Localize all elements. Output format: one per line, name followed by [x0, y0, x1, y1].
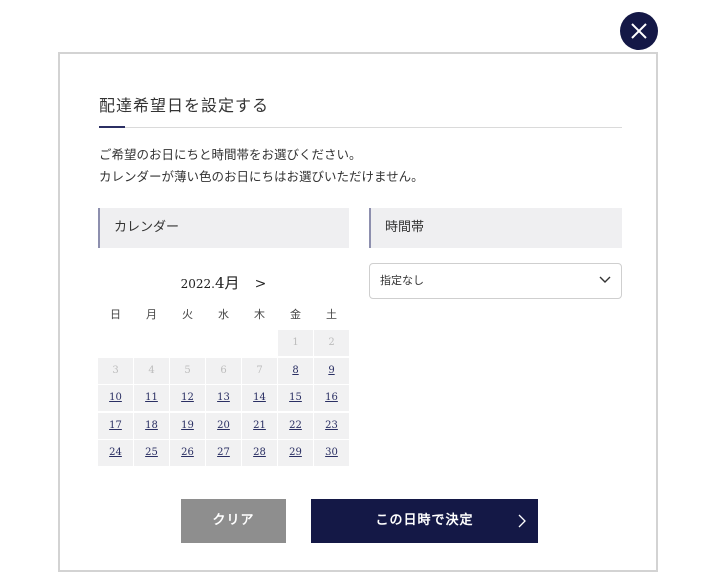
calendar-day-1: 1: [278, 330, 313, 356]
close-icon: [631, 23, 647, 39]
calendar-day-19[interactable]: 19: [170, 412, 205, 439]
calendar-day-5: 5: [170, 357, 205, 384]
close-button[interactable]: [620, 12, 658, 50]
calendar-year: 2022.: [180, 277, 215, 291]
chevron-down-icon: [599, 276, 611, 283]
weekday-label: 火: [182, 308, 193, 321]
calendar-day-23[interactable]: 23: [314, 412, 349, 439]
confirm-button-label: この日時で決定: [375, 513, 474, 528]
weekday-label: 日: [110, 308, 121, 321]
calendar-day-24[interactable]: 24: [98, 440, 133, 466]
clear-button[interactable]: クリア: [181, 499, 286, 543]
next-month-button[interactable]: >: [255, 276, 267, 292]
calendar-day-9[interactable]: 9: [314, 357, 349, 384]
calendar-day-27[interactable]: 27: [206, 440, 241, 466]
calendar-day-13[interactable]: 13: [206, 385, 241, 411]
time-slot-select[interactable]: 指定なし: [369, 263, 622, 299]
calendar-day-26[interactable]: 26: [170, 440, 205, 466]
calendar-day-7: 7: [242, 357, 277, 384]
calendar-day-22[interactable]: 22: [278, 412, 313, 439]
time-slot-selected-value: 指定なし: [380, 274, 424, 287]
calendar-day-2: 2: [314, 330, 349, 356]
chevron-right-icon: [518, 514, 526, 528]
description-line: ご希望のお日にちと時間帯をお選びください。: [99, 147, 362, 162]
calendar-day-14[interactable]: 14: [242, 385, 277, 411]
calendar-day-6: 6: [206, 357, 241, 384]
description-line: カレンダーが薄い色のお日にちはお選びいただけません。: [99, 169, 424, 184]
dialog-title: 配達希望日を設定する: [99, 96, 270, 115]
weekday-label: 土: [326, 308, 337, 321]
weekday-label: 水: [218, 308, 229, 321]
calendar-day-15[interactable]: 15: [278, 385, 313, 411]
calendar-day-30[interactable]: 30: [314, 440, 349, 466]
calendar-day-8[interactable]: 8: [278, 357, 313, 384]
calendar-day-3: 3: [98, 357, 133, 384]
month-navigation: 2022.4月 >: [98, 272, 349, 293]
weekday-label: 月: [146, 308, 157, 321]
calendar-day-17[interactable]: 17: [98, 412, 133, 439]
weekday-label: 木: [254, 308, 265, 321]
calendar-day-20[interactable]: 20: [206, 412, 241, 439]
calendar-day-16[interactable]: 16: [314, 385, 349, 411]
calendar-day-10[interactable]: 10: [98, 385, 133, 411]
time-slot-section-header: 時間帯: [369, 208, 622, 248]
calendar-day-4: 4: [134, 357, 169, 384]
calendar-day-28[interactable]: 28: [242, 440, 277, 466]
calendar-day-29[interactable]: 29: [278, 440, 313, 466]
confirm-datetime-button[interactable]: この日時で決定: [311, 499, 538, 543]
calendar-day-11[interactable]: 11: [134, 385, 169, 411]
weekday-header-row: 日月火水木金土: [98, 306, 349, 322]
calendar-day-21[interactable]: 21: [242, 412, 277, 439]
calendar-day-12[interactable]: 12: [170, 385, 205, 411]
calendar-grid: 1 2 3 4 5 6 7 8 9 10 11 12 13 14 15 16 17 18 19 20 21 22 23 24 2…: [98, 330, 349, 470]
delivery-date-dialog: 配達希望日を設定する ご希望のお日にちと時間帯をお選びください。 カレンダーが薄…: [58, 52, 658, 572]
dialog-description: ご希望のお日にちと時間帯をお選びください。 カレンダーが薄い色のお日にちはお選び…: [99, 144, 424, 188]
title-accent-bar: [99, 126, 125, 128]
calendar-section-header: カレンダー: [98, 208, 349, 248]
weekday-label: 金: [290, 308, 301, 321]
calendar-month: 4月: [214, 274, 240, 292]
calendar-day-18[interactable]: 18: [134, 412, 169, 439]
title-divider: [99, 127, 622, 128]
calendar-day-25[interactable]: 25: [134, 440, 169, 466]
